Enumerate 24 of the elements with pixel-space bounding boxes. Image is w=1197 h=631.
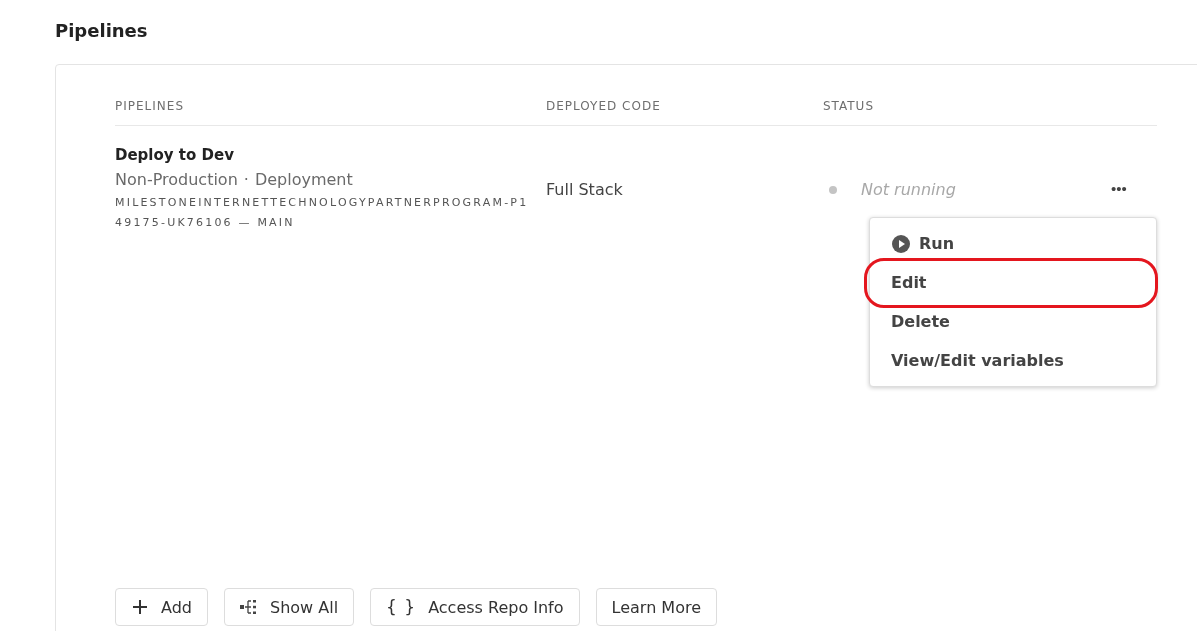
more-button[interactable]: ••• — [1111, 180, 1127, 197]
status-text: Not running — [861, 180, 957, 199]
menu-item[interactable]: View/Edit variables — [870, 341, 1085, 380]
column-header: DEPLOYED CODE — [546, 99, 662, 113]
menu-item[interactable]: Delete — [870, 302, 971, 341]
menu-item[interactable]: Edit — [870, 263, 948, 302]
menu-item[interactable]: Run — [870, 224, 976, 263]
status-dot — [829, 186, 837, 194]
plus-icon — [131, 599, 149, 615]
action-button[interactable]: { } Access Repo Info — [370, 588, 580, 626]
column-header: STATUS — [823, 99, 876, 113]
action-button[interactable]: Learn More — [595, 588, 717, 626]
repository-name: MILESTONEINTERNETTECHNOLOGYPARTNERPROGRAM-P149175-UK76106 — MAIN — [115, 195, 530, 231]
list-icon — [240, 599, 258, 615]
action-button[interactable]: Add — [115, 588, 208, 626]
page-title: Pipelines — [55, 20, 149, 43]
pipeline-name: Deploy to Dev — [115, 146, 235, 164]
deployed-code: Full Stack — [546, 180, 623, 199]
column-header: PIPELINES — [115, 99, 185, 113]
pipeline-kind: Deployment — [254, 170, 353, 189]
separator-dot: · — [243, 170, 249, 189]
action-button[interactable]: Show All — [224, 588, 355, 626]
pipeline-type: Non-Production — [115, 170, 238, 189]
play-icon — [891, 233, 911, 254]
